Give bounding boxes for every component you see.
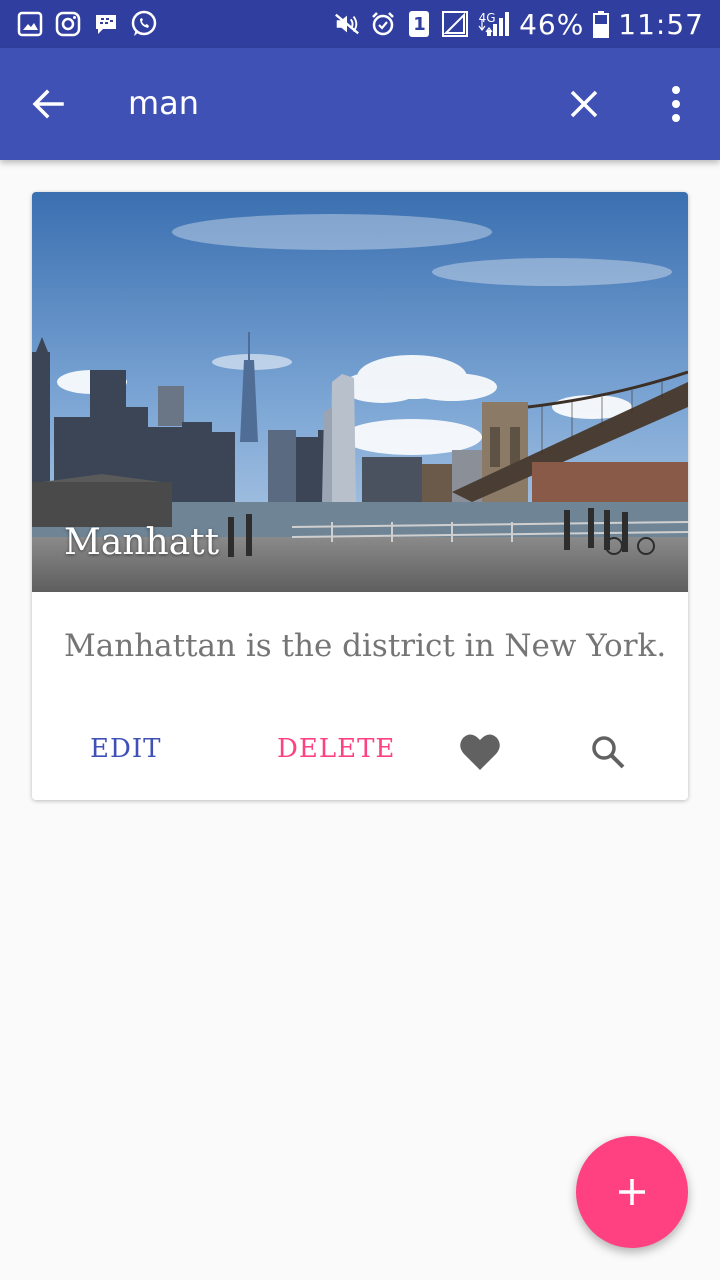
app-bar: man: [0, 48, 720, 160]
more-options-button[interactable]: [656, 76, 696, 132]
note-card[interactable]: Manhatt Manhattan is the district in New…: [32, 192, 688, 800]
back-button[interactable]: [24, 76, 72, 132]
instagram-icon: [54, 10, 82, 38]
battery-icon: [592, 10, 610, 38]
gallery-icon: [16, 10, 44, 38]
search-button[interactable]: [584, 728, 632, 776]
mute-icon: [333, 10, 361, 38]
clock: 11:57: [618, 7, 704, 41]
signal-icon: 4G: [477, 10, 511, 38]
close-icon: [570, 90, 598, 118]
add-note-button[interactable]: [576, 1136, 688, 1248]
battery-percent: 46%: [519, 7, 585, 41]
bbm-icon: [92, 10, 120, 38]
system-icons: 1 4G 46% 11:57: [333, 7, 704, 41]
status-bar: 1 4G 46% 11:57: [0, 0, 720, 48]
sim-icon: 1: [405, 10, 433, 38]
no-signal-icon: [441, 10, 469, 38]
edit-button[interactable]: EDIT: [90, 734, 161, 764]
delete-button[interactable]: DELETE: [277, 734, 395, 764]
network-type: 4G: [478, 11, 496, 25]
heart-icon: [460, 734, 500, 770]
alarm-icon: [369, 10, 397, 38]
more-vert-icon: [672, 86, 680, 122]
search-input[interactable]: man: [128, 84, 199, 122]
card-actions: EDIT DELETE: [32, 712, 688, 792]
favorite-button[interactable]: [456, 728, 504, 776]
notification-icons: [16, 8, 158, 40]
arrow-back-icon: [32, 89, 64, 119]
search-icon: [592, 736, 625, 769]
clear-search-button[interactable]: [556, 76, 612, 132]
card-title: Manhatt: [64, 522, 220, 563]
sim-number: 1: [413, 13, 426, 35]
plus-icon: [619, 1179, 645, 1205]
card-description: Manhattan is the district in New York...: [64, 628, 664, 664]
whatsapp-icon: [130, 10, 158, 38]
